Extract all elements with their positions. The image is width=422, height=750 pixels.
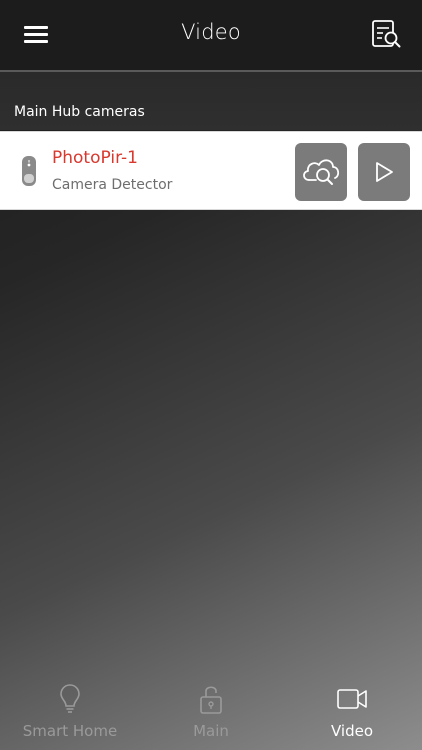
tab-smart-home[interactable]: Smart Home bbox=[0, 672, 140, 750]
play-button[interactable] bbox=[358, 143, 410, 201]
search-button[interactable] bbox=[368, 16, 404, 52]
unlocked-padlock-icon bbox=[200, 686, 222, 714]
camera-list-item[interactable]: PhotoPir-1 Camera Detector bbox=[0, 131, 422, 210]
page-title: Video bbox=[181, 20, 241, 44]
tab-label: Video bbox=[330, 722, 374, 740]
tab-main[interactable]: Main bbox=[141, 672, 281, 750]
camera-type: Camera Detector bbox=[52, 177, 173, 193]
camera-name: PhotoPir-1 bbox=[52, 148, 138, 168]
document-search-icon bbox=[372, 20, 401, 48]
cloud-search-icon bbox=[303, 159, 340, 185]
bottom-tab-bar: Smart Home Main Video bbox=[0, 672, 422, 750]
tab-label: Main bbox=[193, 722, 229, 740]
tab-label: Smart Home bbox=[22, 722, 118, 740]
video-camera-icon bbox=[337, 689, 367, 709]
section-header: Main Hub cameras bbox=[0, 72, 422, 130]
play-icon bbox=[376, 162, 393, 182]
section-title: Main Hub cameras bbox=[14, 104, 145, 120]
cloud-search-button[interactable] bbox=[295, 143, 347, 201]
app-header: Video bbox=[0, 0, 422, 72]
lightbulb-icon bbox=[60, 684, 80, 713]
tab-video[interactable]: Video bbox=[282, 672, 422, 750]
motion-detector-icon bbox=[22, 156, 36, 186]
